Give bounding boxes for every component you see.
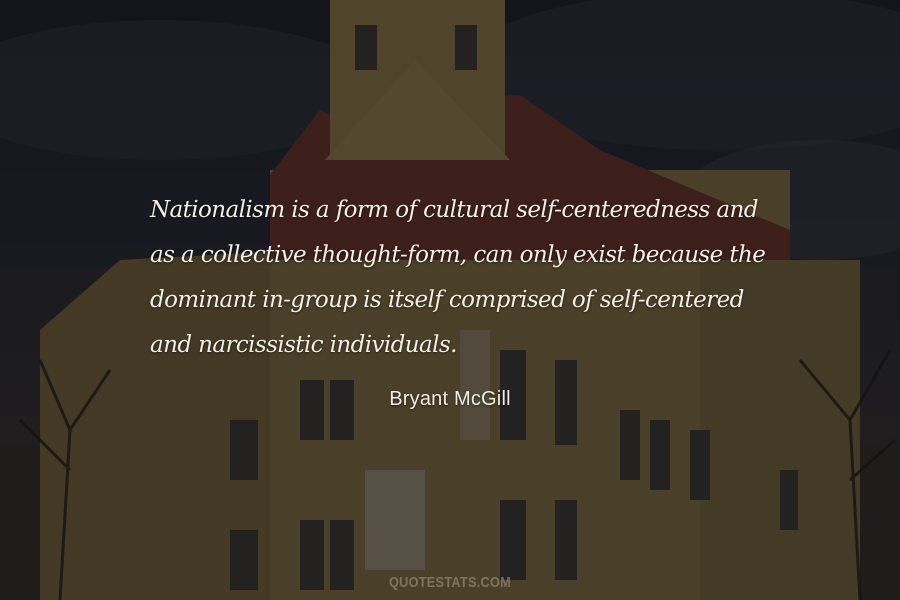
- watermark-logo: QUOTESTATS.COM: [388, 574, 512, 591]
- quote-text: Nationalism is a form of cultural self-c…: [150, 197, 766, 358]
- quote-author: Bryant McGill: [389, 388, 511, 410]
- quote-card: Nationalism is a form of cultural self-c…: [0, 0, 900, 600]
